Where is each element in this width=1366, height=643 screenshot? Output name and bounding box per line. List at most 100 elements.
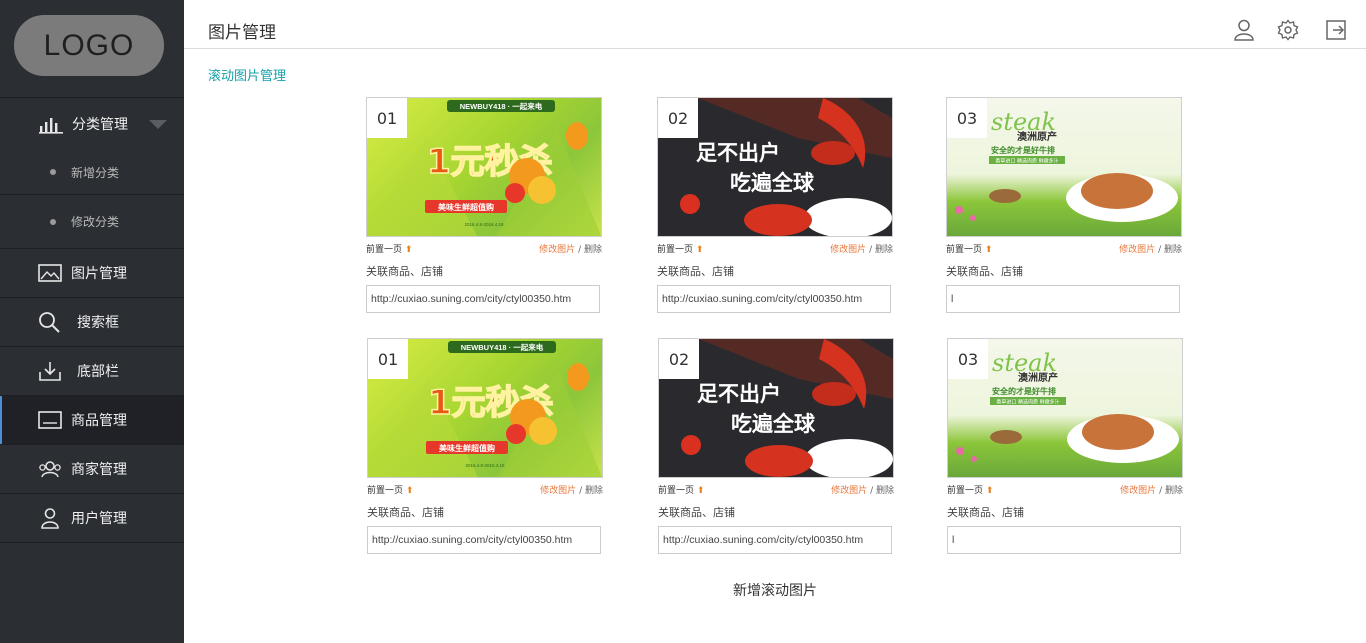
move-forward-link[interactable]: 前置一页 ⬆	[366, 242, 412, 255]
related-url-input[interactable]	[947, 526, 1181, 554]
banner-card: 03 steak 澳洲原产 安全的才是好牛排 香草进口 精选肉质 鲜嫩多汁 前置…	[947, 338, 1183, 554]
card-meta: 前置一页 ⬆ 修改图片 / 删除	[657, 242, 893, 255]
delete-link[interactable]: 删除	[1164, 245, 1182, 255]
chevron-down-icon[interactable]	[149, 120, 167, 129]
move-forward-link[interactable]: 前置一页 ⬆	[947, 483, 994, 496]
banner-sub-text: 美味生鲜超值购	[439, 443, 495, 453]
banner-number: 02	[659, 339, 699, 379]
arrow-up-icon: ⬆	[985, 486, 994, 496]
arrow-up-icon: ⬆	[984, 245, 993, 255]
banner-tags-text: 香草进口 精选肉质 鲜嫩多汁	[996, 399, 1059, 406]
banner-number: 03	[948, 339, 988, 379]
card-meta: 前置一页 ⬆ 修改图片 / 删除	[946, 242, 1182, 255]
card-meta: 前置一页 ⬆ 修改图片 / 删除	[366, 242, 602, 255]
add-banner-button[interactable]: 新增滚动图片	[700, 580, 850, 602]
edit-image-link[interactable]: 修改图片	[831, 486, 867, 496]
delete-link[interactable]: 删除	[875, 245, 893, 255]
sidebar-item-label: 分类管理	[72, 117, 128, 133]
banner-image[interactable]: 01 NEWBUY418 · 一起来电 1元秒杀 美味生鲜超值购 2016.4.…	[367, 338, 603, 478]
download-tray-icon	[37, 360, 63, 382]
banner-image[interactable]: 03 steak 澳洲原产 安全的才是好牛排 香草进口 精选肉质 鲜嫩多汁	[946, 97, 1182, 237]
user-icon	[37, 507, 63, 529]
arrow-up-icon: ⬆	[695, 245, 704, 255]
banner-image[interactable]: 02 足不出户 吃遍全球	[658, 338, 894, 478]
page-title: 图片管理	[208, 23, 276, 43]
banner-card: 02 足不出户 吃遍全球 前置一页 ⬆ 修改图片 / 删除 关联商品、店铺	[657, 97, 893, 313]
banner-date-text: 2016.4.8-2016.4.18	[465, 463, 505, 468]
sidebar-item-merchants[interactable]: 商家管理	[0, 445, 184, 494]
banner-card: 02 足不出户 吃遍全球 前置一页 ⬆ 修改图片 / 删除 关联商品、店铺	[658, 338, 894, 554]
delete-link[interactable]: 删除	[585, 486, 603, 496]
banner-image[interactable]: 03 steak 澳洲原产 安全的才是好牛排 香草进口 精选肉质 鲜嫩多汁	[947, 338, 1183, 478]
banner-tags-text: 香草进口 精选肉质 鲜嫩多汁	[995, 158, 1058, 165]
delete-link[interactable]: 删除	[584, 245, 602, 255]
move-forward-link[interactable]: 前置一页 ⬆	[657, 242, 704, 255]
sidebar-item-label: 底部栏	[77, 364, 119, 380]
banner-slogan-text: 安全的才是好牛排	[991, 145, 1055, 155]
banner-number: 03	[947, 98, 987, 138]
banner-date-text: 2016.4.8-2016.4.18	[464, 222, 504, 227]
sidebar-item-products[interactable]: 商品管理	[0, 396, 184, 445]
banner-image[interactable]: 01 NEWBUY418 · 一起来电 1元秒杀 美味生鲜超值购 2016.4.…	[366, 97, 602, 237]
card-meta: 前置一页 ⬆ 修改图片 / 删除	[947, 483, 1183, 496]
banner-title-text: 澳洲原产	[1018, 371, 1058, 384]
move-forward-link[interactable]: 前置一页 ⬆	[367, 483, 413, 496]
image-icon	[37, 262, 63, 284]
move-forward-link[interactable]: 前置一页 ⬆	[946, 242, 993, 255]
edit-image-link[interactable]: 修改图片	[830, 245, 866, 255]
section-title: 滚动图片管理	[208, 69, 287, 84]
merchant-icon	[37, 458, 63, 480]
gear-icon[interactable]	[1277, 19, 1299, 41]
bar-chart-icon	[38, 113, 64, 135]
related-url-input[interactable]	[658, 526, 892, 554]
sidebar-item-images[interactable]: 图片管理	[0, 249, 184, 298]
banner-line2-text: 吃遍全球	[731, 412, 816, 436]
bullet-icon	[50, 169, 56, 175]
sidebar-item-users[interactable]: 用户管理	[0, 494, 184, 543]
banner-top-text: NEWBUY418 · 一起来电	[460, 101, 543, 111]
sidebar-subitem-add-category[interactable]: 新增分类	[0, 150, 184, 195]
banner-number: 02	[658, 98, 698, 138]
banner-sub-text: 美味生鲜超值购	[438, 202, 494, 212]
related-label: 关联商品、店铺	[658, 506, 735, 519]
delete-link[interactable]: 删除	[1165, 486, 1183, 496]
top-header: 图片管理	[184, 0, 1366, 49]
related-url-input[interactable]	[946, 285, 1180, 313]
move-forward-link[interactable]: 前置一页 ⬆	[658, 483, 704, 496]
sidebar-subitem-edit-category[interactable]: 修改分类	[0, 195, 184, 249]
banner-top-text: NEWBUY418 · 一起来电	[461, 342, 544, 352]
edit-image-link[interactable]: 修改图片	[539, 245, 575, 255]
sidebar-item-search[interactable]: 搜索框	[0, 298, 184, 347]
related-label: 关联商品、店铺	[946, 265, 1023, 278]
sidebar-item-label: 搜索框	[77, 315, 119, 331]
logo[interactable]: LOGO	[14, 15, 164, 76]
banner-card: 03 steak 澳洲原产 安全的才是好牛排 香草进口 精选肉质 鲜嫩多汁 前置…	[946, 97, 1182, 313]
sidebar-item-label: 图片管理	[71, 266, 127, 282]
sidebar-subitem-label: 新增分类	[71, 165, 120, 180]
banner-number: 01	[368, 339, 408, 379]
edit-image-link[interactable]: 修改图片	[1119, 245, 1155, 255]
banner-title-text: 澳洲原产	[1017, 130, 1057, 143]
card-meta: 前置一页 ⬆ 修改图片 / 删除	[658, 483, 894, 496]
sidebar-item-label: 用户管理	[71, 511, 127, 527]
edit-image-link[interactable]: 修改图片	[540, 486, 576, 496]
sidebar-item-footer[interactable]: 底部栏	[0, 347, 184, 396]
sidebar-subitem-label: 修改分类	[71, 215, 120, 229]
search-icon	[37, 311, 63, 333]
sidebar-item-label: 商品管理	[71, 413, 127, 429]
banner-line1-text: 足不出户	[697, 382, 781, 406]
user-icon[interactable]	[1233, 19, 1255, 41]
sidebar-item-label: 商家管理	[71, 462, 127, 478]
product-icon	[37, 409, 63, 431]
delete-link[interactable]: 删除	[876, 486, 894, 496]
related-label: 关联商品、店铺	[947, 506, 1024, 519]
related-url-input[interactable]	[367, 526, 601, 554]
related-url-input[interactable]	[366, 285, 600, 313]
banner-slogan-text: 安全的才是好牛排	[992, 386, 1056, 396]
related-url-input[interactable]	[657, 285, 891, 313]
edit-image-link[interactable]: 修改图片	[1120, 486, 1156, 496]
sidebar-item-category[interactable]: 分类管理	[0, 98, 184, 150]
related-label: 关联商品、店铺	[367, 506, 444, 519]
logout-icon[interactable]	[1325, 19, 1347, 41]
banner-image[interactable]: 02 足不出户 吃遍全球	[657, 97, 893, 237]
